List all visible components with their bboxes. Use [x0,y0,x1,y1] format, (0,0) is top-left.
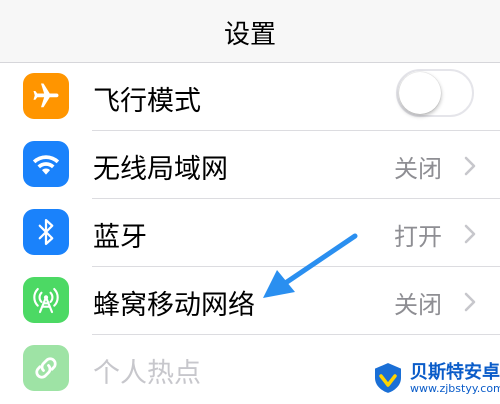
annotation-arrow-icon [263,233,358,298]
bluetooth-status: 打开 [394,223,442,251]
shield-logo-icon [373,360,403,396]
bluetooth-label: 蓝牙 [93,222,147,253]
cellular-antenna-icon [23,277,69,323]
page-title: 设置 [223,20,276,50]
wifi-status: 关闭 [394,155,442,183]
wifi-label: 无线局域网 [93,154,228,185]
settings-row-cellular[interactable]: 蜂窝移动网络 关闭 [0,267,500,335]
settings-row-wifi[interactable]: 无线局域网 关闭 [0,131,500,199]
settings-row-airplane-mode[interactable]: 飞行模式 [0,63,500,131]
wifi-icon [23,141,69,187]
settings-list: 飞行模式 无线局域网 关闭 蓝牙 打开 蜂窝移动网络 关闭 个人热点 [0,63,500,404]
airplane-icon [23,73,69,119]
watermark: 贝斯特安卓网 www.zjbstyy.com [368,356,500,402]
navigation-bar: 设置 [0,0,500,63]
toggle-knob [399,72,441,114]
chevron-right-icon [464,292,476,312]
airplane-mode-label: 飞行模式 [93,86,201,117]
settings-row-bluetooth[interactable]: 蓝牙 打开 [0,199,500,267]
bluetooth-icon [23,209,69,255]
personal-hotspot-label: 个人热点 [93,358,201,389]
chevron-right-icon [464,156,476,176]
watermark-url: www.zjbstyy.com [410,382,500,395]
airplane-mode-toggle[interactable] [396,69,474,117]
cellular-label: 蜂窝移动网络 [93,290,255,321]
chevron-right-icon [464,224,476,244]
hotspot-link-icon [23,345,69,391]
cellular-status: 关闭 [394,291,442,319]
watermark-site-name: 贝斯特安卓网 [410,362,500,383]
